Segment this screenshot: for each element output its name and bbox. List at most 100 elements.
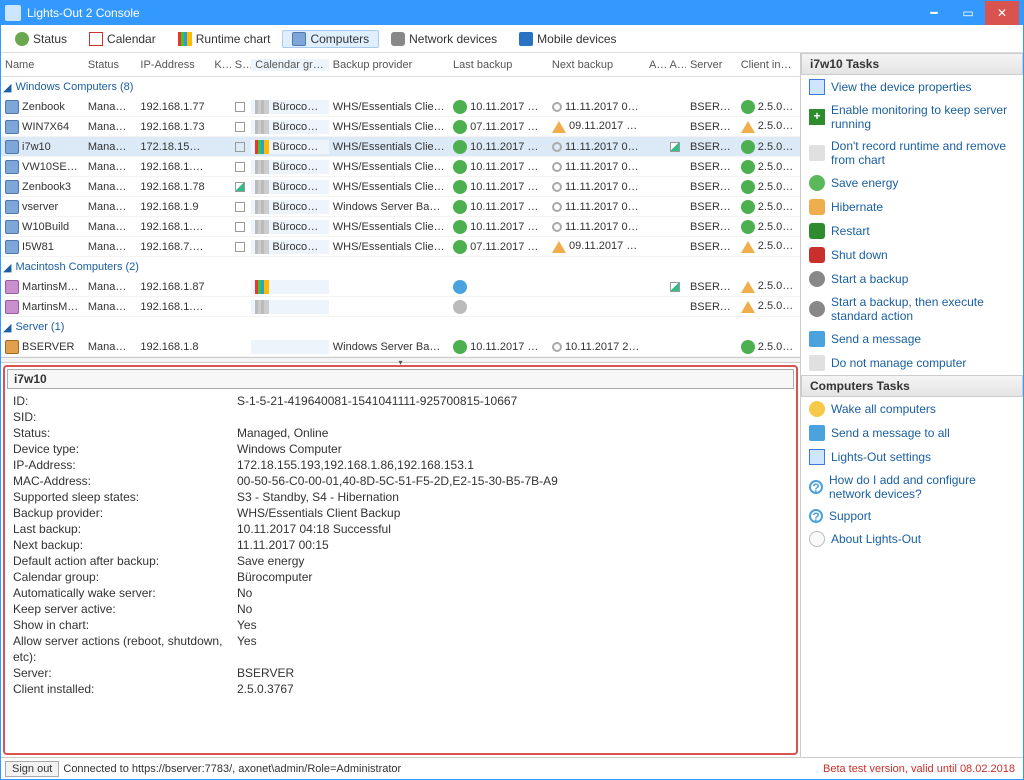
col-server[interactable]: Server <box>686 59 737 71</box>
task-link[interactable]: Wake all computers <box>801 397 1023 421</box>
task-link[interactable]: Save energy <box>801 171 1023 195</box>
tab-status[interactable]: Status <box>5 30 77 48</box>
table-row[interactable]: VW10SERVERManaged192.168.1.100 Bürocompu… <box>1 157 800 177</box>
col-client[interactable]: Client installe <box>737 59 800 71</box>
col-backup-provider[interactable]: Backup provider <box>329 59 449 71</box>
table-row[interactable]: BSERVERManaged192.168.1.8 Windows Server… <box>1 337 800 357</box>
task-link[interactable]: Don't record runtime and remove from cha… <box>801 135 1023 171</box>
tab-calendar[interactable]: Calendar <box>79 30 166 48</box>
table-row[interactable]: Zenbook3Managed192.168.1.78 Bürocomputer… <box>1 177 800 197</box>
allow-checkbox[interactable] <box>670 282 680 292</box>
beta-notice: Beta test version, valid until 08.02.201… <box>823 763 1023 775</box>
task-label: Shut down <box>831 248 888 262</box>
maximize-button[interactable]: ▭ <box>951 1 985 25</box>
next-backup-status-icon <box>552 182 562 192</box>
show-checkbox[interactable] <box>235 242 245 252</box>
task-link[interactable]: Shut down <box>801 243 1023 267</box>
detail-row: MAC-Address:00-50-56-C0-00-01,40-8D-5C-5… <box>13 473 788 489</box>
client-status-icon <box>741 100 755 114</box>
task-link[interactable]: ?How do I add and configure network devi… <box>801 469 1023 505</box>
next-backup-status-icon <box>552 241 566 253</box>
detail-label: Server: <box>13 665 237 681</box>
detail-label: Device type: <box>13 441 237 457</box>
task-link[interactable]: Send a message to all <box>801 421 1023 445</box>
last-backup-status-icon <box>453 200 467 214</box>
detail-label: Show in chart: <box>13 617 237 633</box>
client-status-icon <box>741 160 755 174</box>
show-checkbox[interactable] <box>235 102 245 112</box>
task-label: How do I add and configure network devic… <box>829 473 1015 501</box>
group-header[interactable]: ◢ Windows Computers (8) <box>1 77 800 97</box>
col-allo[interactable]: Allo <box>666 59 686 71</box>
task-link[interactable]: Restart <box>801 219 1023 243</box>
minimize-button[interactable]: ━ <box>917 1 951 25</box>
table-row[interactable]: i7w10Managed172.18.155.19 BürocomputerWH… <box>1 137 800 157</box>
task-link[interactable]: Hibernate <box>801 195 1023 219</box>
show-checkbox[interactable] <box>235 122 245 132</box>
props-icon <box>809 449 825 465</box>
task-label: Start a backup <box>831 272 908 286</box>
table-row[interactable]: MartinsMacMiniManaged192.168.1.104 BSERV… <box>1 297 800 317</box>
task-label: Do not manage computer <box>831 356 966 370</box>
col-keep[interactable]: Keep <box>210 59 230 71</box>
detail-value: S-1-5-21-419640081-1541041111-925700815-… <box>237 393 517 409</box>
last-backup-status-icon <box>453 100 467 114</box>
connection-status: Connected to https://bserver:7783/, axon… <box>63 763 823 775</box>
title-bar: Lights-Out 2 Console ━ ▭ ✕ <box>1 1 1023 25</box>
task-link[interactable]: Start a backup, then execute standard ac… <box>801 291 1023 327</box>
task-label: Hibernate <box>831 200 883 214</box>
detail-row: Automatically wake server:No <box>13 585 788 601</box>
no-icon <box>809 355 825 371</box>
tab-mobile-devices[interactable]: Mobile devices <box>509 30 626 48</box>
task-label: View the device properties <box>831 80 972 94</box>
task-link[interactable]: Lights-Out settings <box>801 445 1023 469</box>
col-status[interactable]: Status <box>84 59 137 71</box>
tab-runtime-chart[interactable]: Runtime chart <box>168 30 281 48</box>
col-show[interactable]: Sho <box>231 59 251 71</box>
task-link[interactable]: +Enable monitoring to keep server runnin… <box>801 99 1023 135</box>
task-link[interactable]: Send a message <box>801 327 1023 351</box>
show-checkbox[interactable] <box>235 162 245 172</box>
col-calendar-group[interactable]: Calendar group <box>251 59 329 71</box>
computers-grid[interactable]: ◢ Windows Computers (8) ZenbookManaged19… <box>1 77 800 357</box>
leaf-icon <box>809 175 825 191</box>
next-backup-status-icon <box>552 202 562 212</box>
detail-row: ID:S-1-5-21-419640081-1541041111-9257008… <box>13 393 788 409</box>
task-link[interactable]: ?Support <box>801 505 1023 527</box>
show-checkbox[interactable] <box>235 202 245 212</box>
table-row[interactable]: ZenbookManaged192.168.1.77 BürocomputerW… <box>1 97 800 117</box>
details-title: i7w10 <box>7 369 794 389</box>
show-checkbox[interactable] <box>235 142 245 152</box>
task-link[interactable]: Start a backup <box>801 267 1023 291</box>
splitter[interactable]: ▾ <box>1 357 800 363</box>
show-checkbox[interactable] <box>235 222 245 232</box>
col-ip[interactable]: IP-Address <box>136 59 210 71</box>
last-backup-status-icon <box>453 120 467 134</box>
table-row[interactable]: vserverManaged192.168.1.9 BürocomputerWi… <box>1 197 800 217</box>
col-last-backup[interactable]: Last backup <box>449 59 548 71</box>
col-name[interactable]: Name <box>1 59 84 71</box>
task-link[interactable]: Do not manage computer <box>801 351 1023 375</box>
show-checkbox[interactable] <box>235 182 245 192</box>
detail-label: Keep server active: <box>13 601 237 617</box>
group-header[interactable]: ◢ Server (1) <box>1 317 800 337</box>
tab-computers[interactable]: Computers <box>282 30 379 48</box>
table-row[interactable]: W10BuildManaged192.168.1.108 Bürocompute… <box>1 217 800 237</box>
device-icon <box>5 200 19 214</box>
detail-row: Client installed:2.5.0.3767 <box>13 681 788 697</box>
detail-row: SID: <box>13 409 788 425</box>
table-row[interactable]: I5W81Managed192.168.7.143 BürocomputerWH… <box>1 237 800 257</box>
detail-label: ID: <box>13 393 237 409</box>
details-panel: i7w10 ID:S-1-5-21-419640081-1541041111-9… <box>3 365 798 755</box>
group-header[interactable]: ◢ Macintosh Computers (2) <box>1 257 800 277</box>
task-link[interactable]: About Lights-Out <box>801 527 1023 551</box>
task-link[interactable]: View the device properties <box>801 75 1023 99</box>
close-button[interactable]: ✕ <box>985 1 1019 25</box>
table-row[interactable]: WIN7X64Managed192.168.1.73 BürocomputerW… <box>1 117 800 137</box>
col-next-backup[interactable]: Next backup <box>548 59 645 71</box>
allow-checkbox[interactable] <box>670 142 680 152</box>
tab-network-devices[interactable]: Network devices <box>381 30 507 48</box>
sign-out-button[interactable]: Sign out <box>5 761 59 777</box>
col-aut[interactable]: Aut <box>645 59 665 71</box>
table-row[interactable]: MartinsMacBookManaged192.168.1.87 BSERVE… <box>1 277 800 297</box>
